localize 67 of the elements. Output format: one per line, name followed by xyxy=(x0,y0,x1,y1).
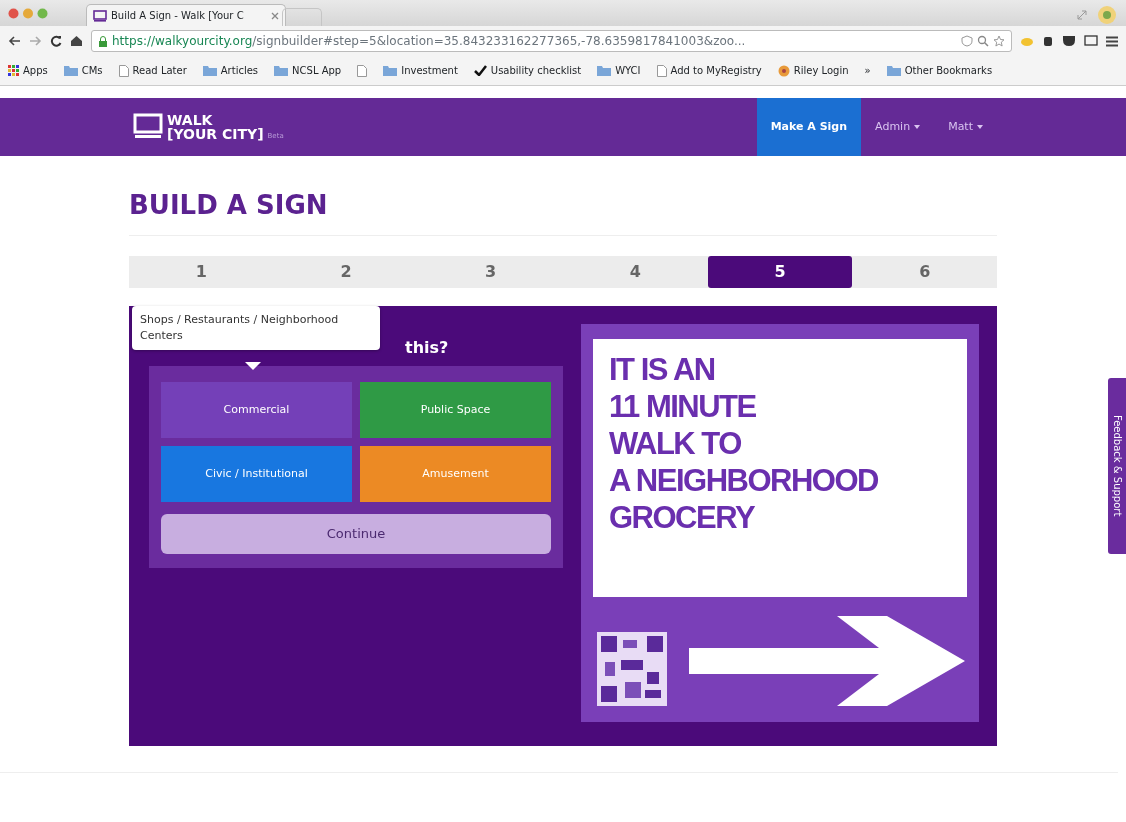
nav-link[interactable]: Admin xyxy=(861,98,935,156)
bookmark-link[interactable]: Investment xyxy=(401,63,458,78)
folder-icon[interactable] xyxy=(202,65,217,76)
step-tab[interactable]: 5 xyxy=(707,256,853,289)
browser-tab[interactable]: Build A Sign - Walk [Your C xyxy=(86,4,286,26)
screen-icon[interactable] xyxy=(1084,35,1098,47)
tooltip-pointer-icon xyxy=(245,362,261,371)
step-tab[interactable]: 4 xyxy=(563,256,708,289)
bookmark-link[interactable]: Usability checklist xyxy=(490,63,582,78)
step-tab[interactable]: 6 xyxy=(852,256,998,289)
close-icon[interactable] xyxy=(271,11,279,20)
chevron-link[interactable]: » xyxy=(864,63,871,78)
folder-icon[interactable] xyxy=(597,65,612,76)
menu-icon[interactable] xyxy=(1106,35,1118,47)
monitor-logo-icon xyxy=(133,113,163,141)
page-title: BUILD A SIGN xyxy=(129,189,329,222)
folder-icon[interactable] xyxy=(274,65,289,76)
window-controls-icon[interactable] xyxy=(8,8,48,19)
monitor-icon xyxy=(93,9,107,22)
folder-icon[interactable] xyxy=(383,65,398,76)
apps-icon[interactable] xyxy=(8,65,19,76)
continue-button[interactable]: Continue xyxy=(161,514,551,555)
page-icon[interactable] xyxy=(357,64,368,77)
bookmark-link[interactable]: Apps xyxy=(23,63,48,78)
category-button[interactable]: Commercial xyxy=(161,382,352,439)
checkmark-icon[interactable] xyxy=(473,65,487,76)
bookmark-link[interactable]: Read Later xyxy=(132,63,187,78)
bookmark-link[interactable]: NCSL App xyxy=(292,63,342,78)
step-tab[interactable]: 2 xyxy=(273,256,419,289)
sign-text-line: WALK TO xyxy=(609,425,742,463)
star-icon[interactable] xyxy=(993,35,1005,47)
feedback-tab[interactable]: Feedback & Support xyxy=(1108,378,1126,554)
bookmark-link[interactable]: Riley Login xyxy=(793,63,849,78)
address-field[interactable]: https://walkyourcity.org/signbuilder#step=5&location=35.843233162277365,-78.6359817841003&zoo... xyxy=(91,30,1012,52)
step-tab[interactable]: 1 xyxy=(129,256,274,289)
category-button[interactable]: Public Space xyxy=(360,382,551,439)
arrow-icon xyxy=(689,616,965,707)
caret-icon xyxy=(914,125,921,129)
caret-icon xyxy=(977,125,983,129)
shield-icon[interactable] xyxy=(961,35,973,47)
question-text: this? xyxy=(405,338,449,358)
page-icon[interactable] xyxy=(656,64,667,77)
tooltip: Shops / Restaurants / Neighborhood Centers xyxy=(132,306,380,351)
forward-icon[interactable] xyxy=(29,36,42,46)
sign-text-line: A NEIGHBORHOOD xyxy=(609,462,879,500)
category-button[interactable]: Civic / Institutional xyxy=(161,446,352,503)
bookmark-link[interactable]: CMs xyxy=(81,63,103,78)
page-icon[interactable] xyxy=(118,64,129,77)
bookmark-link[interactable]: Other Bookmarks xyxy=(904,63,993,78)
sign-text-line: GROCERY xyxy=(609,499,756,537)
sign-text-line: IT IS AN xyxy=(609,351,716,389)
tab-title: Build A Sign - Walk [Your C xyxy=(111,9,245,23)
sign-text-line: 11 MINUTE xyxy=(609,388,757,426)
step-tab[interactable]: 3 xyxy=(418,256,563,289)
bookmark-link[interactable]: Articles xyxy=(220,63,259,78)
nav-link[interactable]: Matt xyxy=(934,98,997,156)
reload-icon[interactable] xyxy=(50,35,62,47)
folder-icon[interactable] xyxy=(63,65,78,76)
back-icon[interactable] xyxy=(8,36,21,46)
folder-icon[interactable] xyxy=(886,65,901,76)
bookmark-link[interactable]: Add to MyRegistry xyxy=(670,63,762,78)
nav-link[interactable]: Make A Sign xyxy=(756,98,862,156)
bookmark-link[interactable]: WYCI xyxy=(615,63,641,78)
resize-icon[interactable] xyxy=(1076,9,1088,21)
lock-icon xyxy=(98,35,108,47)
search-icon[interactable] xyxy=(977,35,989,47)
home-icon[interactable] xyxy=(70,35,83,47)
